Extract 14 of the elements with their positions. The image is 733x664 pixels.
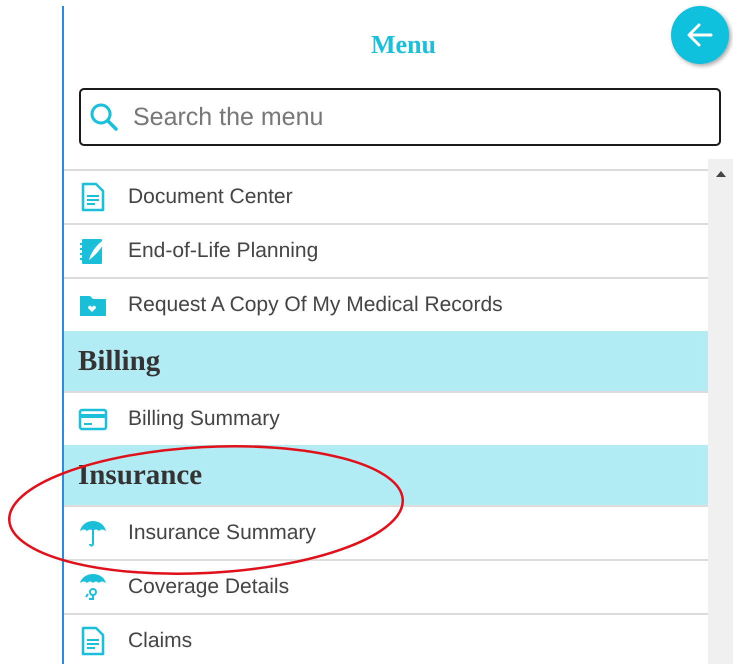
scrollbar[interactable] [708, 159, 733, 664]
menu-item[interactable]: Document Center [64, 169, 708, 223]
scroll-up-icon[interactable] [716, 171, 726, 177]
section-header: Insurance [64, 445, 708, 505]
search-field[interactable]: Search the menu [79, 88, 721, 146]
menu-title: Menu [371, 30, 436, 60]
umbrella-person-icon [78, 572, 108, 602]
section-header: Billing [64, 331, 708, 391]
back-button[interactable] [671, 6, 729, 64]
menu-item[interactable]: Insurance Summary [64, 505, 708, 559]
menu-item[interactable]: Coverage Details [64, 559, 708, 613]
umbrella-icon [78, 518, 108, 548]
menu-item[interactable]: End-of-Life Planning [64, 223, 708, 277]
menu-item[interactable]: Claims [64, 613, 708, 664]
